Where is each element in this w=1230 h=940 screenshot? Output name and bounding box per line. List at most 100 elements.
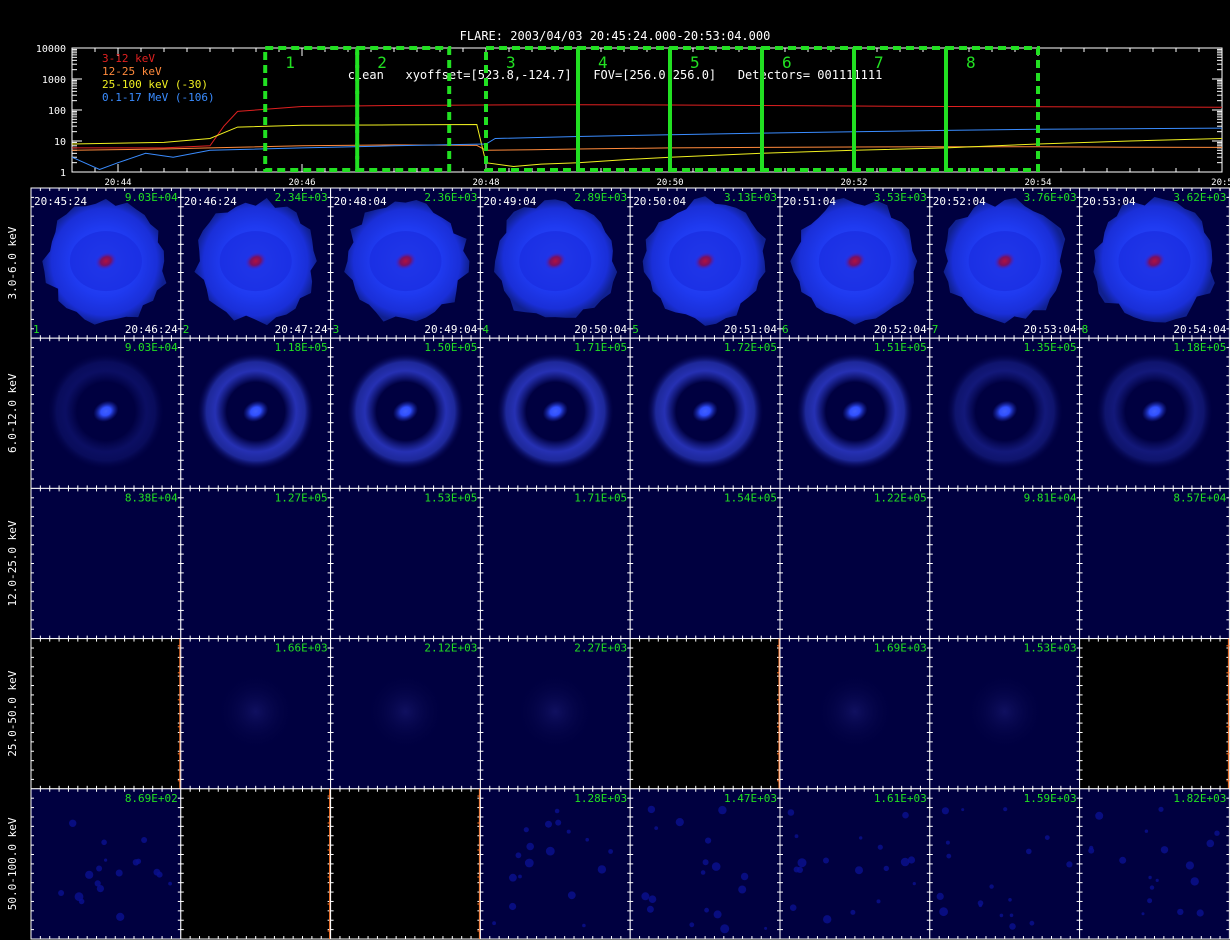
panel-max-value: 9.03E+04: [125, 191, 178, 204]
panel-background: [180, 488, 331, 639]
panel-background: [630, 488, 780, 639]
image-panel: 1.51E+05: [779, 337, 931, 489]
noise-blob: [797, 858, 807, 868]
panel-max-value: 1.18E+05: [275, 341, 328, 354]
noise-blob: [597, 865, 607, 874]
noise-blob: [1185, 861, 1194, 870]
panel-index: 1: [33, 323, 40, 336]
image-panel: 2.89E+03 20:49:04 20:50:04 4: [479, 187, 631, 339]
panel-index: 7: [932, 323, 939, 336]
noise-blob: [545, 846, 555, 856]
image-panel: 3.76E+03 20:52:04 20:53:04 7: [929, 187, 1081, 339]
panel-max-value: 2.12E+03: [424, 642, 477, 655]
noise-blob: [912, 882, 916, 886]
image-panel: 1.71E+05: [479, 487, 631, 640]
noise-blob: [999, 913, 1004, 918]
panel-start-time: 20:48:04: [334, 195, 387, 208]
panel-max-value: 1.51E+05: [874, 341, 927, 354]
noise-blob: [876, 899, 881, 904]
noise-blob: [1029, 920, 1035, 926]
panel-start-time: 20:51:04: [783, 195, 836, 208]
noise-blob: [566, 829, 571, 834]
noise-blob: [1196, 909, 1204, 917]
panel-end-time: 20:46:24: [125, 323, 178, 336]
noise-blob: [1177, 908, 1184, 916]
row-energy-label: 6.0-12.0 keV: [6, 373, 19, 453]
panel-max-value: 3.62E+03: [1173, 191, 1226, 204]
noise-blob: [796, 866, 804, 874]
panel-index: 4: [482, 323, 489, 336]
panel-index: 5: [632, 323, 639, 336]
panel-end-time: 20:51:04: [724, 323, 777, 336]
panel-max-value: 2.89E+03: [574, 191, 627, 204]
image-panel: 1.71E+05: [479, 337, 631, 489]
panel-background: [31, 788, 181, 939]
panel-index: 6: [782, 323, 789, 336]
row-energy-label: 3.0-6.0 keV: [6, 226, 19, 299]
image-panel: 1.50E+05: [330, 337, 481, 489]
panel-max-value: 3.53E+03: [874, 191, 927, 204]
panel-max-value: 8.57E+04: [1173, 491, 1226, 504]
faint-source: [814, 671, 895, 752]
noise-blob: [1066, 861, 1073, 868]
image-panel: 3.62E+03 20:53:04 20:54:04 8: [1079, 187, 1230, 339]
panel-background: [180, 788, 331, 939]
panel-background: [480, 488, 631, 639]
panel-max-value: 1.53E+03: [1024, 642, 1077, 655]
panel-max-value: 1.71E+05: [574, 341, 627, 354]
panel-max-value: 1.47E+03: [724, 792, 777, 805]
panel-end-time: 20:52:04: [874, 323, 927, 336]
image-panel: 1.59E+03: [929, 788, 1081, 940]
image-panel: 2.34E+03 20:46:24 20:47:24 2: [180, 187, 332, 339]
image-panel: 1.18E+05: [180, 337, 332, 489]
noise-blob: [1003, 807, 1008, 812]
image-panel: 1.82E+03: [1079, 788, 1230, 940]
noise-blob: [96, 885, 104, 893]
noise-blob: [859, 836, 863, 840]
row-energy-label: 50.0-100.0 keV: [6, 817, 19, 910]
image-panel: 8.38E+04: [30, 487, 182, 640]
noise-blob: [705, 837, 712, 844]
noise-blob: [582, 923, 586, 928]
image-panel: 1.35E+05: [929, 337, 1081, 489]
panel-max-value: 1.71E+05: [574, 491, 627, 504]
noise-blob: [641, 892, 650, 901]
noise-blob: [1149, 885, 1155, 890]
image-panel: 2.12E+03: [330, 638, 481, 790]
panel-max-value: 8.38E+04: [125, 491, 178, 504]
noise-blob: [492, 921, 496, 926]
image-panel: [330, 788, 481, 940]
image-grid: 3.0-6.0 keV 9.03E+04 20:45:24 20:46:24 1 2.34…: [6, 187, 1230, 940]
panel-max-value: 1.59E+03: [1024, 792, 1077, 805]
panel-max-value: 1.28E+03: [574, 792, 627, 805]
panel-max-value: 1.50E+05: [424, 341, 477, 354]
image-panel: 1.18E+05: [1079, 337, 1230, 489]
panel-max-value: 1.72E+05: [724, 341, 777, 354]
noise-blob: [1160, 846, 1169, 854]
image-panel: 8.57E+04: [1079, 487, 1230, 640]
panel-max-value: 1.27E+05: [275, 491, 328, 504]
noise-blob: [554, 808, 560, 814]
noise-blob: [713, 910, 722, 919]
noise-blob: [1206, 839, 1215, 848]
noise-blob: [85, 870, 94, 879]
noise-blob: [509, 873, 517, 882]
image-panel: [30, 638, 182, 790]
noise-blob: [718, 805, 727, 815]
image-panel: 1.53E+03: [929, 638, 1081, 790]
noise-blob: [877, 844, 883, 850]
noise-blob: [787, 809, 795, 816]
panel-index: 3: [333, 323, 340, 336]
noise-blob: [1044, 835, 1050, 840]
panel-end-time: 20:53:04: [1024, 323, 1077, 336]
faint-source: [365, 671, 446, 752]
noise-blob: [1026, 848, 1032, 855]
noise-blob: [789, 904, 797, 911]
noise-blob: [700, 870, 706, 875]
noise-blob: [96, 865, 103, 872]
noise-blob: [104, 858, 108, 862]
image-panel: 1.66E+03: [180, 638, 332, 790]
panel-background: [929, 488, 1080, 639]
noise-blob: [1088, 847, 1095, 854]
panel-max-value: 1.18E+05: [1173, 341, 1226, 354]
